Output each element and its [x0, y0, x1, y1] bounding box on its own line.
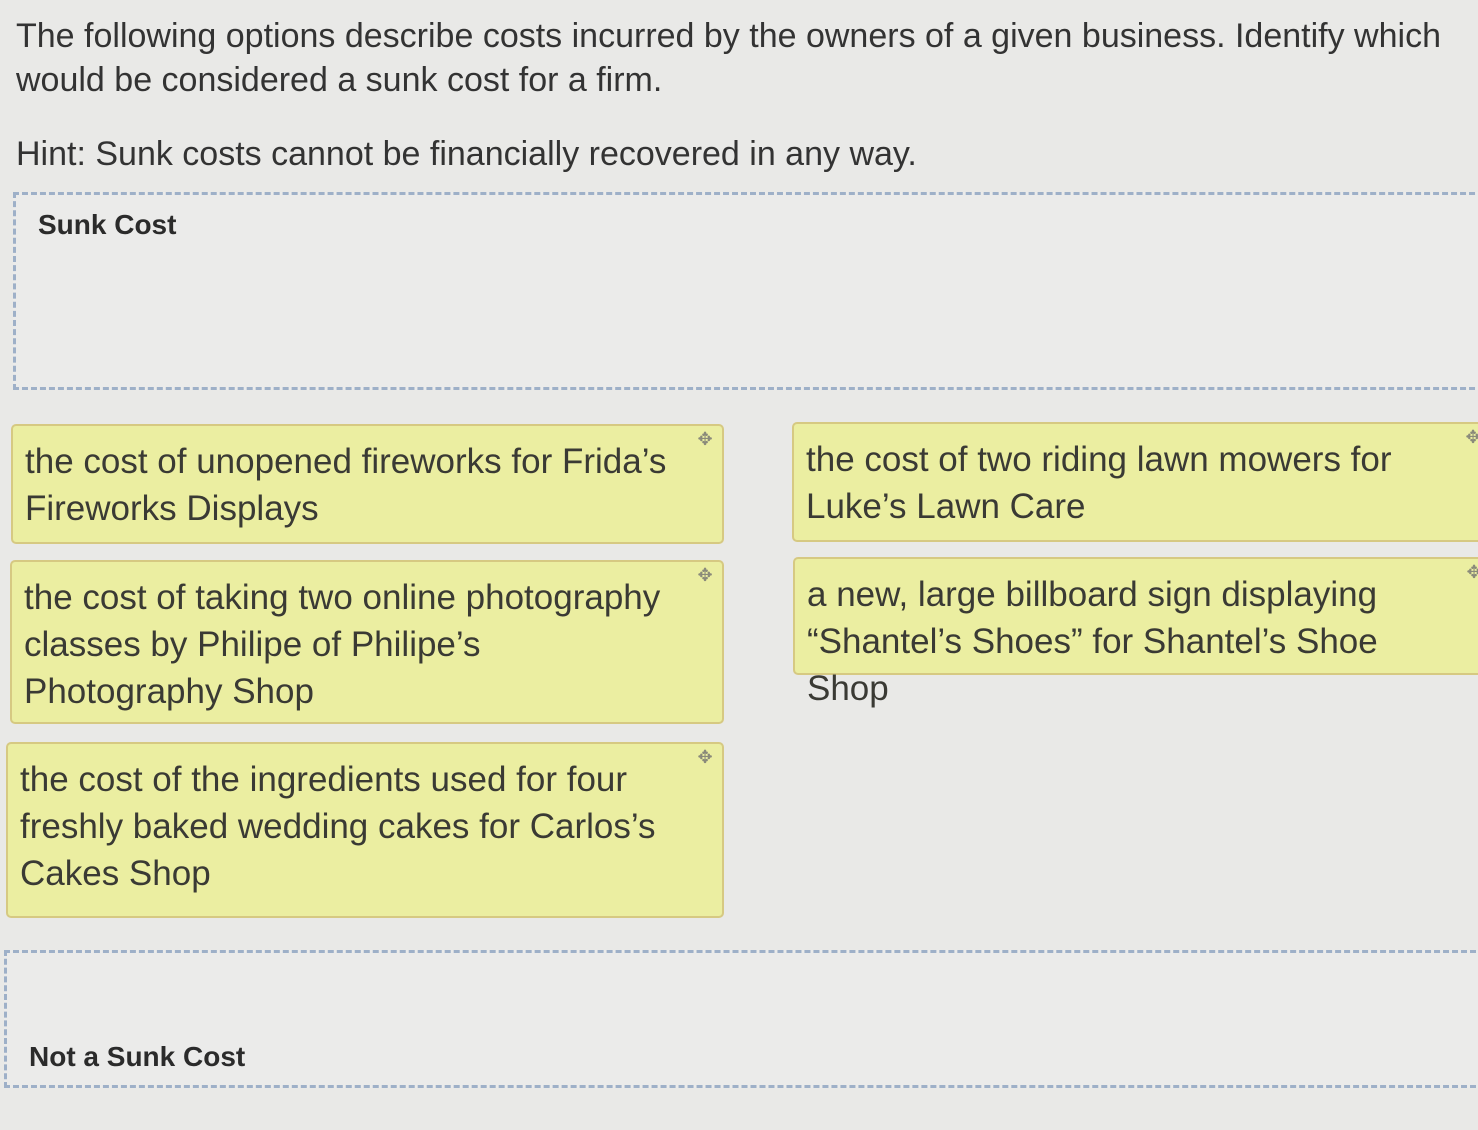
card-text: the cost of the ingredients used for fou… — [20, 760, 656, 893]
drag-card-billboard-sign[interactable]: a new, large billboard sign displaying “… — [793, 557, 1478, 708]
drag-move-icon[interactable]: ✥ — [1465, 563, 1478, 581]
drag-move-icon[interactable]: ✥ — [696, 748, 714, 766]
drag-card-wedding-cakes[interactable]: the cost of the ingredients used for fou… — [6, 742, 724, 918]
drag-card-fireworks[interactable]: the cost of unopened fireworks for Frida… — [11, 424, 724, 544]
card-text: the cost of two riding lawn mowers for L… — [806, 440, 1392, 526]
drag-card-photography-classes[interactable]: the cost of taking two online photograph… — [10, 560, 724, 724]
sunk-cost-dropzone[interactable]: Sunk Cost — [13, 192, 1478, 390]
drag-card-lawn-mowers[interactable]: the cost of two riding lawn mowers for L… — [792, 422, 1478, 542]
question-hint: Hint: Sunk costs cannot be financially r… — [16, 135, 917, 173]
drag-move-icon[interactable]: ✥ — [696, 430, 714, 448]
card-text: the cost of unopened fireworks for Frida… — [25, 442, 667, 528]
card-text: the cost of taking two online photograph… — [24, 578, 661, 711]
card-text: a new, large billboard sign displaying “… — [807, 575, 1378, 708]
sunk-cost-label: Sunk Cost — [38, 209, 177, 240]
not-sunk-cost-label: Not a Sunk Cost — [29, 1041, 246, 1072]
not-sunk-cost-dropzone[interactable]: Not a Sunk Cost — [4, 950, 1478, 1088]
question-prompt: The following options describe costs inc… — [16, 17, 1441, 99]
drag-move-icon[interactable]: ✥ — [1464, 428, 1478, 446]
drag-move-icon[interactable]: ✥ — [696, 566, 714, 584]
